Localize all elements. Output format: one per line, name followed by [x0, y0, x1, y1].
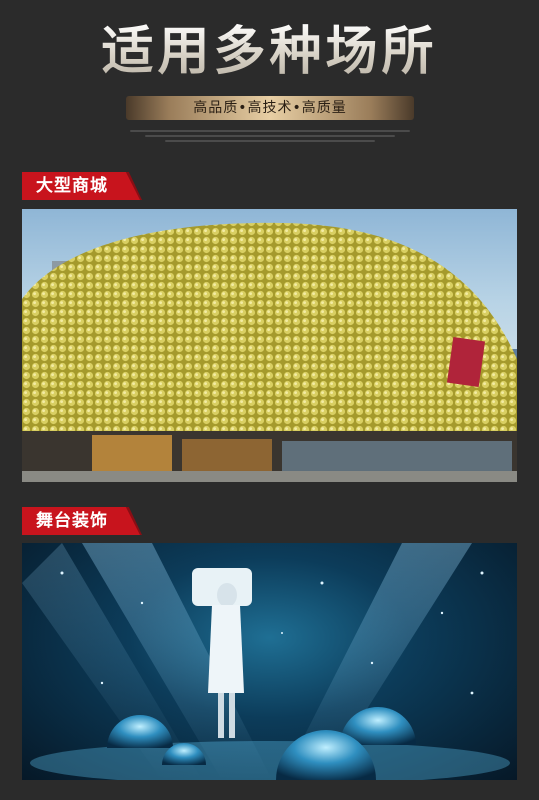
subtitle-banner: 高品质•高技术•高质量 [126, 96, 414, 120]
section-tag-mall: 大型商城 [22, 172, 140, 200]
mall-photo [22, 209, 517, 482]
section-tag-stage: 舞台装饰 [22, 507, 140, 535]
stage-photo [22, 543, 517, 780]
page-title: 适用多种场所 [0, 22, 539, 82]
decorative-fine-print [120, 127, 420, 143]
